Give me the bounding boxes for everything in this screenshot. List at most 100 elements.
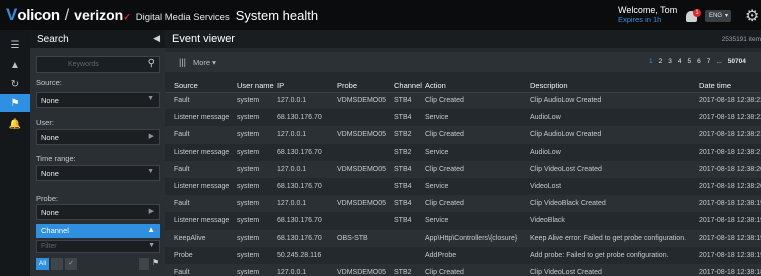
probe-label: Probe: <box>36 194 59 203</box>
table-row[interactable]: Listener message system 68.130.176.70 STB4 S… <box>165 109 761 127</box>
table-cell: Fault <box>165 195 237 213</box>
item-count: 2535191 item <box>721 36 761 43</box>
user-welcome[interactable]: Welcome, Tom Expires in 1h <box>618 5 677 25</box>
flag-icon[interactable]: ⚑ <box>0 94 30 112</box>
column-header[interactable]: User name <box>237 79 277 93</box>
time-range-select[interactable]: None ▼ <box>36 165 160 181</box>
flag-filter-icon[interactable]: ⚑ <box>152 258 159 267</box>
gear-icon[interactable]: ⚙ <box>745 6 759 26</box>
table-cell: Fault <box>165 92 237 110</box>
source-value: None <box>41 96 59 105</box>
table-cell: 127.0.0.1 <box>277 160 337 178</box>
table-cell: STB2 <box>394 126 425 144</box>
table-cell: 127.0.0.1 <box>277 126 337 144</box>
table-row[interactable]: KeepAlive system 68.130.176.70 OBS-STB App\H… <box>165 229 761 247</box>
table-cell: 2017-08-18 12:38:22 <box>699 109 761 127</box>
table-cell: Clip VideoLost Created <box>530 263 699 276</box>
chevron-down-icon: ▼ <box>147 95 154 102</box>
table-cell: Fault <box>165 160 237 178</box>
table-cell: App\Http\Controllers\{closure} <box>425 229 530 247</box>
column-header[interactable]: Action <box>425 79 530 93</box>
bell-icon[interactable]: 🔔 <box>0 115 30 133</box>
clear-button[interactable] <box>139 258 149 270</box>
icon-rail: ☰ ▲ ↻ ⚑ 🔔 <box>0 30 30 276</box>
table-cell: 2017-08-18 12:38:21 <box>699 143 761 161</box>
source-select[interactable]: None ▼ <box>36 92 160 108</box>
table-cell: STB4 <box>394 160 425 178</box>
table-row[interactable]: Fault system 127.0.0.1 VDMSDEMO05 STB4 Clip C… <box>165 160 761 178</box>
table-cell: STB2 <box>394 263 425 276</box>
column-header[interactable]: Date time <box>699 79 761 93</box>
table-cell <box>337 109 394 127</box>
table-cell: system <box>237 109 277 127</box>
pager-page[interactable]: 7 <box>707 58 711 65</box>
table-row[interactable]: Listener message system 68.130.176.70 STB2 S… <box>165 143 761 161</box>
table-cell: AudioLow <box>530 109 699 127</box>
pagination: 1 2 3 4 5 6 7... 50704 <box>649 58 752 65</box>
table-cell: 127.0.0.1 <box>277 195 337 213</box>
column-header[interactable]: Description <box>530 79 699 93</box>
search-icon[interactable]: ⚲ <box>148 58 155 69</box>
brand-suite: Digital Media Services <box>135 12 230 23</box>
table-cell: 68.130.176.70 <box>277 109 337 127</box>
pager-page[interactable]: 6 <box>697 58 701 65</box>
menu-icon[interactable]: ☰ <box>0 36 30 54</box>
check-icon[interactable]: ✓ <box>65 258 77 270</box>
collapse-left-icon[interactable]: ◀ <box>153 33 160 44</box>
table-cell: Service <box>425 109 530 127</box>
table-row[interactable]: Fault system 127.0.0.1 VDMSDEMO05 STB4 Clip C… <box>165 195 761 213</box>
column-header[interactable]: IP <box>277 79 337 93</box>
table-cell: Service <box>425 212 530 230</box>
more-button[interactable]: More ▾ <box>193 58 216 67</box>
user-label: User: <box>36 118 54 127</box>
select-all-button[interactable]: All <box>36 258 49 270</box>
source-label: Source: <box>36 78 62 87</box>
brand-logo[interactable]: V olicon / verizon ✓ Digital Media Servi… <box>0 5 318 25</box>
search-header: Search ◀ <box>30 30 165 48</box>
pager-page[interactable]: 1 <box>649 58 653 65</box>
pager-page[interactable]: 3 <box>668 58 672 65</box>
table-row[interactable]: Fault system 127.0.0.1 VDMSDEMO05 STB4 Clip C… <box>165 92 761 110</box>
keywords-input[interactable]: Keywords ⚲ <box>36 56 160 73</box>
channel-toggle[interactable]: Channel ▲ <box>36 224 160 238</box>
table-cell: Service <box>425 177 530 196</box>
table-cell: Keep Alive error: Failed to get probe co… <box>530 229 699 247</box>
table-cell <box>337 177 394 196</box>
table-cell <box>394 229 425 247</box>
table-cell: Clip VideoLost Created <box>530 160 699 178</box>
user-select[interactable]: None ▶ <box>36 129 160 145</box>
table-cell: 68.130.176.70 <box>277 177 337 196</box>
column-header[interactable]: Source <box>165 79 237 93</box>
refresh-icon[interactable]: ↻ <box>0 75 30 93</box>
alert-icon[interactable]: ▲ <box>0 56 30 74</box>
column-header[interactable]: Channel <box>394 79 425 93</box>
table-cell: Fault <box>165 263 237 276</box>
table-cell: 127.0.0.1 <box>277 92 337 110</box>
column-header[interactable]: Probe <box>337 79 394 93</box>
app-title: System health <box>235 8 319 23</box>
select-none-button[interactable] <box>51 258 63 270</box>
chevron-up-icon: ▲ <box>147 225 155 234</box>
toolbar: ||| More ▾ 1 2 3 4 5 6 7... 50704 <box>165 52 761 72</box>
pager-page[interactable]: 4 <box>678 58 682 65</box>
probe-select[interactable]: None ▶ <box>36 204 160 220</box>
table-cell: system <box>237 263 277 276</box>
pager-page[interactable]: 2 <box>659 58 663 65</box>
table-row[interactable]: Listener message system 68.130.176.70 STB4 S… <box>165 177 761 196</box>
notification-button[interactable]: 1 <box>686 9 701 22</box>
table-cell: Clip Created <box>425 195 530 213</box>
table-row[interactable]: Probe system 50.245.28.116 AddProbe Add prob… <box>165 246 761 264</box>
table-cell: 2017-08-18 12:38:20 <box>699 160 761 178</box>
language-select[interactable]: ENG ▾ <box>705 10 731 22</box>
table-cell <box>337 212 394 230</box>
table-cell: STB4 <box>394 212 425 230</box>
table-row[interactable]: Fault system 127.0.0.1 VDMSDEMO05 STB2 Clip C… <box>165 263 761 276</box>
pager-page[interactable]: 50704 <box>728 58 746 65</box>
table-cell: 68.130.176.70 <box>277 212 337 230</box>
table-row[interactable]: Fault system 127.0.0.1 VDMSDEMO05 STB2 Clip C… <box>165 126 761 144</box>
pager-page[interactable]: 5 <box>688 58 692 65</box>
table-cell: VDMSDEMO05 <box>337 195 394 213</box>
table-row[interactable]: Listener message system 68.130.176.70 STB4 S… <box>165 212 761 230</box>
channel-filter-input[interactable]: Filter ▼ <box>36 240 160 253</box>
columns-icon[interactable]: ||| <box>179 57 186 67</box>
